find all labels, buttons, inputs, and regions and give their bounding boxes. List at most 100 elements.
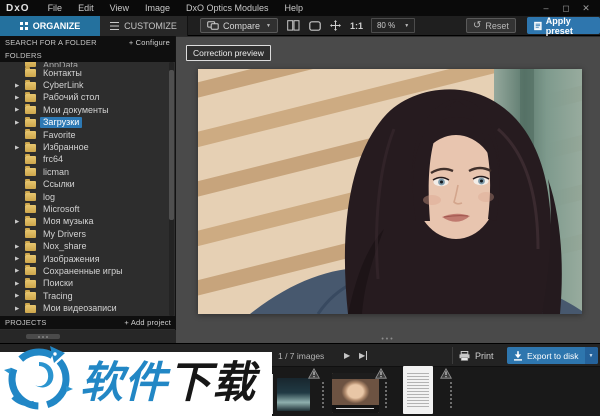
folder-row-3[interactable]: ▶ Мои документы bbox=[0, 104, 168, 116]
folder-label: Мои документы bbox=[43, 104, 109, 115]
folder-expand-icon[interactable]: ▶ bbox=[15, 145, 25, 151]
folder-row-19[interactable]: ▶ Мои видеозаписи bbox=[0, 302, 168, 314]
folders-vertical-scrollbar[interactable] bbox=[169, 62, 174, 316]
folder-label: Избранное bbox=[43, 142, 89, 153]
thumbnail-document[interactable] bbox=[403, 366, 433, 414]
thumbnail-portrait-man[interactable] bbox=[332, 373, 379, 413]
folder-label: Поиски bbox=[43, 278, 73, 289]
correction-preview-badge: Correction preview bbox=[186, 45, 271, 61]
folder-row-12[interactable]: ▶ Моя музыка bbox=[0, 215, 168, 228]
folder-expand-icon[interactable]: ▶ bbox=[15, 293, 25, 299]
menu-file[interactable]: File bbox=[40, 3, 71, 13]
folder-expand-icon[interactable]: ▶ bbox=[15, 120, 25, 126]
folder-expand-icon[interactable]: ▶ bbox=[15, 219, 25, 225]
watermark-text-black: 下载 bbox=[168, 358, 256, 408]
folder-label: Мои видеозаписи bbox=[43, 303, 117, 314]
zoom-level-select[interactable]: 80 % ▼ bbox=[370, 18, 416, 33]
printer-icon bbox=[459, 351, 470, 361]
tab-organize[interactable]: ORGANIZE bbox=[0, 15, 100, 36]
folder-expand-icon[interactable]: ▶ bbox=[15, 244, 25, 250]
folder-expand-icon[interactable]: ▶ bbox=[15, 95, 25, 101]
search-folder-header: SEARCH FOR A FOLDER + Configure bbox=[0, 36, 175, 49]
folder-icon bbox=[25, 253, 36, 264]
zoom-1-1-button[interactable]: 1:1 bbox=[350, 21, 363, 31]
filmstrip-sprocket-dots bbox=[322, 382, 324, 408]
fit-view-button[interactable] bbox=[309, 20, 321, 31]
folder-expand-icon[interactable]: ▶ bbox=[15, 107, 25, 113]
folder-row-0[interactable]: ▶ Контакты bbox=[0, 67, 168, 79]
folder-list: ▶ AppData ▶ Контакты ▶ CyberLink ▶ Рабоч… bbox=[0, 62, 168, 316]
export-caret-icon[interactable]: ▼ bbox=[584, 347, 598, 364]
folder-row-6[interactable]: ▶ Избранное bbox=[0, 141, 168, 153]
reset-button[interactable]: ↺ Reset bbox=[466, 18, 516, 33]
folder-label: licman bbox=[43, 166, 70, 177]
folder-icon bbox=[25, 302, 36, 313]
folder-expand-icon[interactable]: ▶ bbox=[15, 268, 25, 274]
folder-label: Nox_share bbox=[43, 241, 87, 252]
filmstrip-sprocket-dots bbox=[385, 382, 387, 408]
tab-customize[interactable]: CUSTOMIZE bbox=[100, 15, 188, 36]
panel-splitter-grip[interactable]: ••• bbox=[381, 336, 394, 343]
menu-help[interactable]: Help bbox=[277, 3, 312, 13]
folder-row-15[interactable]: ▶ Изображения bbox=[0, 253, 168, 265]
folder-row-4[interactable]: ▶ Загрузки bbox=[0, 116, 168, 129]
play-icon[interactable]: ▶ bbox=[344, 351, 350, 360]
folder-row-5[interactable]: ▶ Favorite bbox=[0, 129, 168, 141]
folder-icon bbox=[25, 129, 36, 140]
menu-view[interactable]: View bbox=[102, 3, 137, 13]
menu-edit[interactable]: Edit bbox=[70, 3, 102, 13]
folder-row-14[interactable]: ▶ Nox_share bbox=[0, 240, 168, 252]
menu-dxo-optics-modules[interactable]: DxO Optics Modules bbox=[178, 3, 277, 13]
folder-row-16[interactable]: ▶ Сохраненные игры bbox=[0, 265, 168, 277]
folder-row-8[interactable]: ▶ licman bbox=[0, 166, 168, 178]
folder-expand-icon[interactable]: ▶ bbox=[15, 306, 25, 312]
folder-icon bbox=[25, 141, 36, 152]
tab-organize-label: ORGANIZE bbox=[32, 20, 81, 31]
scrollbar-thumb[interactable] bbox=[169, 70, 174, 220]
folder-row-7[interactable]: ▶ frc64 bbox=[0, 153, 168, 166]
skip-to-end-icon[interactable]: ▶ bbox=[359, 351, 368, 360]
folder-icon bbox=[25, 79, 36, 90]
folder-row-10[interactable]: ▶ log bbox=[0, 191, 168, 203]
folder-expand-icon[interactable]: ▶ bbox=[15, 83, 25, 89]
apply-preset-button[interactable]: Apply preset bbox=[527, 16, 600, 36]
folder-icon bbox=[25, 91, 36, 102]
zoom-level-value: 80 % bbox=[376, 21, 396, 30]
toolbar-divider bbox=[452, 347, 453, 364]
folder-icon bbox=[25, 203, 36, 214]
compare-caret-icon: ▼ bbox=[266, 22, 271, 29]
folder-label: Microsoft bbox=[43, 203, 80, 214]
reset-icon: ↺ bbox=[473, 19, 482, 31]
folder-icon bbox=[25, 228, 36, 239]
folder-row-18[interactable]: ▶ Tracing bbox=[0, 290, 168, 302]
maximize-button[interactable]: ◻ bbox=[556, 0, 576, 16]
folder-label: Tracing bbox=[43, 290, 73, 301]
folder-label: Сохраненные игры bbox=[43, 265, 123, 276]
folder-label: My Drivers bbox=[43, 228, 86, 239]
folder-expand-icon[interactable]: ▶ bbox=[15, 281, 25, 287]
export-to-disk-button[interactable]: Export to disk ▼ bbox=[507, 347, 598, 364]
dragon-logo-icon bbox=[4, 346, 73, 410]
configure-link[interactable]: + Configure bbox=[129, 38, 170, 47]
folder-label: Ссылки bbox=[43, 179, 75, 190]
scrollbar-thumb[interactable] bbox=[26, 334, 60, 339]
minimize-button[interactable]: – bbox=[536, 0, 556, 16]
folder-icon bbox=[25, 166, 36, 177]
folder-row-17[interactable]: ▶ Поиски bbox=[0, 277, 168, 290]
folder-label: Favorite bbox=[43, 129, 76, 140]
menu-image[interactable]: Image bbox=[137, 3, 178, 13]
folder-row-2[interactable]: ▶ Рабочий стол bbox=[0, 91, 168, 104]
pan-tool-button[interactable] bbox=[329, 20, 341, 31]
organize-grid-icon bbox=[19, 21, 28, 30]
add-project-link[interactable]: + Add project bbox=[124, 318, 171, 327]
print-button[interactable]: Print bbox=[459, 348, 494, 364]
folder-row-13[interactable]: ▶ My Drivers bbox=[0, 228, 168, 240]
compare-button[interactable]: Compare ▼ bbox=[200, 18, 278, 33]
side-by-side-view-button[interactable] bbox=[287, 20, 300, 31]
thumbnail-landscape[interactable] bbox=[277, 378, 310, 411]
folder-row-1[interactable]: ▶ CyberLink bbox=[0, 79, 168, 91]
folder-expand-icon[interactable]: ▶ bbox=[15, 256, 25, 262]
folder-row-9[interactable]: ▶ Ссылки bbox=[0, 178, 168, 191]
folder-row-11[interactable]: ▶ Microsoft bbox=[0, 203, 168, 215]
close-button[interactable]: ✕ bbox=[576, 0, 596, 16]
